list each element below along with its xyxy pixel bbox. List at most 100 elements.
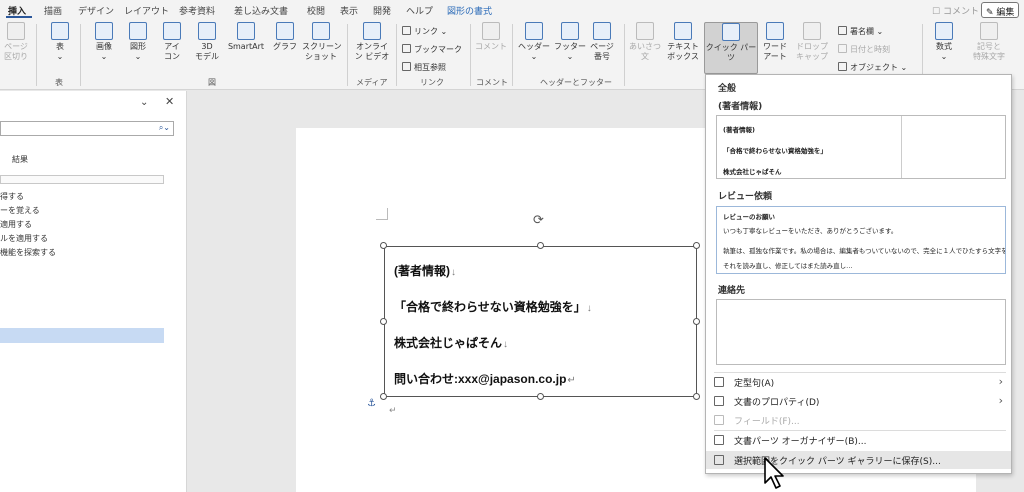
tab-developer[interactable]: 開発 [373, 4, 391, 17]
footer-button[interactable]: フッター ⌄ [554, 22, 586, 62]
chart-button[interactable]: グラフ [272, 22, 298, 52]
symbol-label: 記号と 特殊文字 [973, 42, 1005, 61]
rotate-handle-icon[interactable]: ⟳ [533, 213, 544, 228]
field-label: フィールド(F)... [734, 417, 800, 427]
preview-text: それを読み直し、修正してはまた読み直し… [723, 262, 853, 270]
ribbon-separator [624, 24, 625, 86]
gallery-entry-title: (著者情報) [718, 102, 763, 112]
field-menu-item[interactable]: フィールド(F)... [706, 411, 1011, 429]
tab-review[interactable]: 校閲 [307, 4, 325, 17]
resize-handle[interactable] [537, 393, 544, 400]
signature-icon [838, 26, 847, 35]
paragraph-mark-icon: ↓ [586, 303, 592, 314]
document-property-menu-item[interactable]: 文書のプロパティ(D) › [706, 392, 1011, 410]
textbox-line[interactable]: (著者情報)↓ [394, 262, 456, 279]
link-button[interactable]: リンク ⌄ [402, 26, 447, 37]
textbox-line[interactable]: 株式会社じゃぱそん↓ [394, 334, 508, 351]
nav-list-item[interactable]: 得する [0, 191, 24, 202]
autotext-menu-item[interactable]: 定型句(A) › [706, 373, 1011, 391]
gallery-entry-preview[interactable]: (著者情報) 「合格で終わらせない資格勉強を」 株式会社じゃぱそん [716, 115, 1006, 179]
page-number-button[interactable]: ページ 番号 [588, 22, 616, 62]
shapes-button[interactable]: 図形 ⌄ [126, 22, 150, 62]
ribbon-separator [36, 24, 37, 86]
dropcap-button[interactable]: ドロップ キャップ [794, 22, 830, 62]
selected-textbox[interactable]: (著者情報)↓ 「合格で終わらせない資格勉強を」↓ 株式会社じゃぱそん↓ 問い合… [384, 246, 697, 397]
equation-label: 数式 [936, 42, 952, 51]
icons-button[interactable]: アイ コン [160, 22, 184, 62]
greeting-button[interactable]: あいさつ 文 [628, 22, 662, 62]
cross-reference-button[interactable]: 相互参照 [402, 62, 446, 73]
resize-handle[interactable] [693, 318, 700, 325]
nav-selected-row[interactable] [0, 328, 164, 343]
tab-design[interactable]: デザイン [78, 4, 114, 17]
textbox-button[interactable]: テキスト ボックス [664, 22, 702, 62]
editing-mode-button[interactable]: ✎ 編集 [981, 2, 1020, 18]
group-table-label: 表 [55, 78, 63, 87]
header-button[interactable]: ヘッダー ⌄ [518, 22, 550, 62]
preview-text: 株式会社じゃぱそん [723, 168, 782, 176]
cross-reference-icon [402, 62, 411, 71]
gallery-entry-preview[interactable] [716, 299, 1006, 365]
page-break-button[interactable]: ページ 区切り [4, 22, 28, 62]
date-time-button[interactable]: 日付と時刻 [838, 44, 890, 55]
tab-help[interactable]: ヘルプ [406, 4, 433, 17]
signature-line-button[interactable]: 署名欄 ⌄ [838, 26, 883, 37]
tab-draw[interactable]: 描画 [44, 4, 62, 17]
omega-icon [980, 22, 998, 40]
preview-text: いつも丁寧なレビューをいただき、ありがとうございます。 [723, 227, 898, 235]
textbox-line[interactable]: 「合格で終わらせない資格勉強を」↓ [394, 298, 592, 315]
resize-handle[interactable] [380, 393, 387, 400]
resize-handle[interactable] [380, 242, 387, 249]
nav-list-item[interactable]: ーを覚える [0, 205, 40, 216]
symbol-button[interactable]: 記号と 特殊文字 [964, 22, 1014, 62]
quick-parts-button[interactable]: クイック パーツ [704, 22, 758, 74]
comments-button-label: コメント [942, 7, 979, 17]
comments-button[interactable]: ☐ コメント [928, 2, 983, 18]
organizer-icon [714, 435, 724, 445]
nav-results-bar [0, 175, 164, 184]
3d-models-button[interactable]: 3D モデル [192, 22, 222, 62]
tab-view[interactable]: 表示 [340, 4, 358, 17]
online-video-button[interactable]: オンライ ン ビデオ [352, 22, 392, 62]
bar-chart-icon [276, 22, 294, 40]
preview-text: 「合格で終わらせない資格勉強を」 [723, 147, 827, 155]
quick-parts-dropdown: 全般 (著者情報) (著者情報) 「合格で終わらせない資格勉強を」 株式会社じゃ… [705, 74, 1012, 474]
gallery-entry-preview[interactable]: レビューのお願い いつも丁寧なレビューをいただき、ありがとうございます。 執筆は… [716, 206, 1006, 274]
bookmark-button[interactable]: ブックマーク [402, 44, 462, 55]
screenshot-button[interactable]: スクリーン ショット [302, 22, 342, 62]
save-selection-to-gallery-menu-item[interactable]: 選択範囲をクイック パーツ ギャラリーに保存(S)... [706, 451, 1011, 469]
resize-handle[interactable] [693, 393, 700, 400]
building-blocks-organizer-menu-item[interactable]: 文書パーツ オーガナイザー(B)... [706, 431, 1011, 449]
comment-button[interactable]: コメント [474, 22, 508, 52]
table-button[interactable]: 表 ⌄ [48, 22, 72, 62]
resize-handle[interactable] [380, 318, 387, 325]
chevron-right-icon: › [998, 394, 1003, 407]
wordart-button[interactable]: ワード アート [760, 22, 790, 62]
paragraph-mark-icon: ↓ [451, 267, 456, 278]
tab-mailings[interactable]: 差し込み文書 [234, 4, 288, 17]
image-button[interactable]: 画像 ⌄ [92, 22, 116, 62]
tab-layout[interactable]: レイアウト [124, 4, 169, 17]
table-icon [51, 22, 69, 40]
smartart-button[interactable]: SmartArt [226, 22, 266, 52]
equation-button[interactable]: 数式 ⌄ [928, 22, 960, 62]
search-icon[interactable]: ⌕⌄ [159, 123, 170, 133]
tab-shape-format[interactable]: 図形の書式 [447, 4, 492, 17]
icons-label: アイ コン [164, 42, 180, 61]
chevron-down-icon[interactable]: ⌄ [140, 97, 148, 108]
object-button[interactable]: オブジェクト ⌄ [838, 62, 907, 73]
tab-references[interactable]: 参考資料 [179, 4, 215, 17]
nav-list-item[interactable]: 機能を探索する [0, 247, 56, 258]
nav-list-item[interactable]: 適用する [0, 219, 32, 230]
resize-handle[interactable] [693, 242, 700, 249]
close-icon[interactable]: ✕ [165, 95, 174, 108]
save-icon [714, 455, 724, 465]
textbox-line[interactable]: 問い合わせ:xxx@japason.co.jp↵ [394, 370, 576, 387]
ribbon-separator [470, 24, 471, 86]
group-media-label: メディア [356, 78, 388, 87]
nav-search-input[interactable]: ⌕⌄ [0, 121, 174, 136]
resize-handle[interactable] [537, 242, 544, 249]
nav-list-item[interactable]: ルを適用する [0, 233, 48, 244]
preview-text: レビューのお願い [723, 213, 775, 221]
textbox-line-text: (著者情報) [394, 264, 450, 278]
